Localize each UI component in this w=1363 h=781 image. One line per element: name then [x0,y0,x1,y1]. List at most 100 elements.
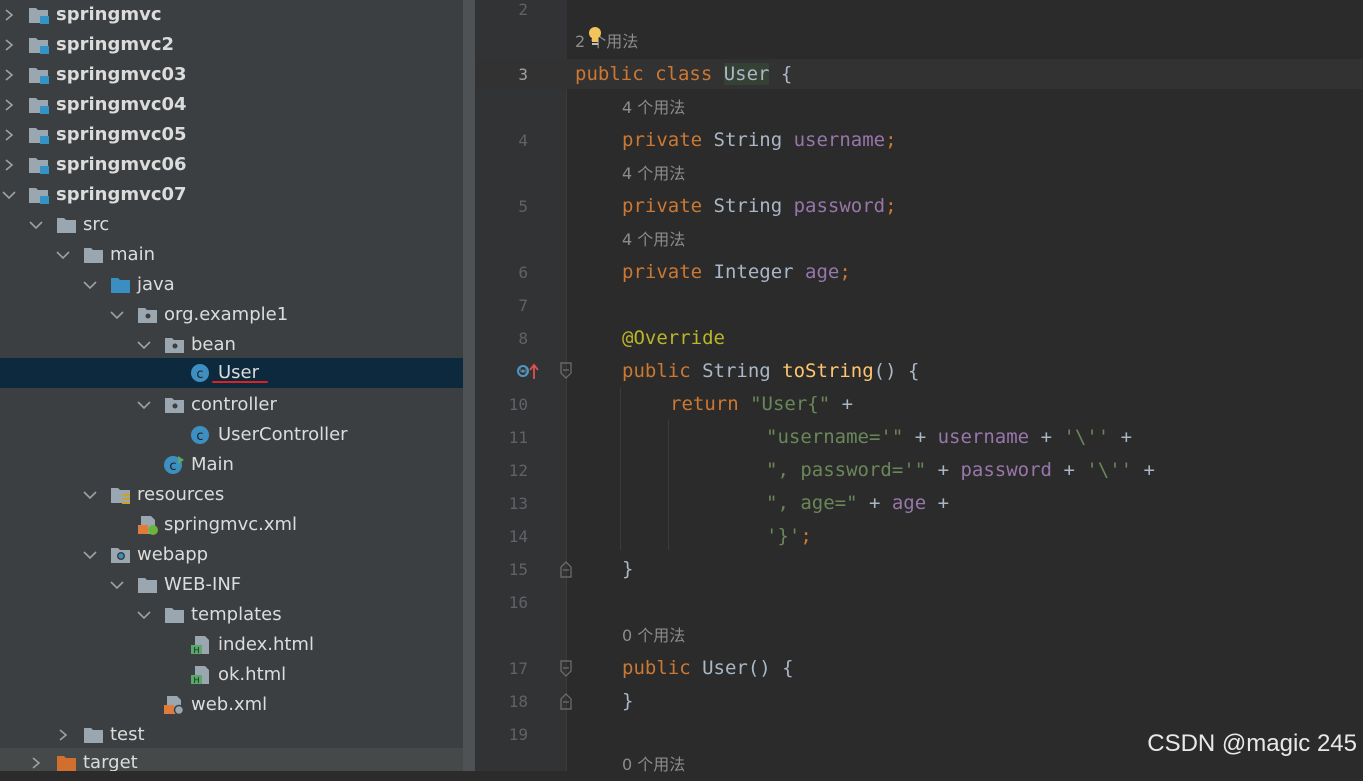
lightbulb-icon[interactable] [586,26,604,48]
code-line-11[interactable]: "username='" + username + '\'' + [766,421,1132,454]
code-constructor: User [702,657,748,679]
tree-item-springmvc05[interactable]: springmvc05 [0,120,463,150]
tree-item-web-xml[interactable]: web.xml [0,690,463,720]
code-line-17[interactable]: public User() { [622,652,794,685]
chevron-down-icon[interactable] [2,180,16,210]
code-line-3[interactable]: public class User { [575,58,792,91]
fold-collapse-icon[interactable] [559,660,573,678]
chevron-right-icon[interactable] [4,30,18,60]
usage-hint[interactable]: 0 个用法 [622,619,685,652]
chevron-down-icon[interactable] [110,570,124,600]
code-line-15[interactable]: } [622,553,633,586]
tree-item-label: springmvc04 [56,94,187,115]
tree-item-usercontroller[interactable]: c UserController [0,420,463,450]
tree-item-templates[interactable]: templates [0,600,463,630]
usage-hint[interactable]: 4 个用法 [622,91,685,124]
tree-item-label: web.xml [191,694,268,715]
tree-scrollbar[interactable] [463,0,475,771]
code-punct: ; [885,195,897,217]
tree-item-src[interactable]: src [0,210,463,240]
tree-item-main-class[interactable]: c Main [0,450,463,480]
tree-item-webapp[interactable]: webapp [0,540,463,570]
code-line-5[interactable]: private String password; [622,190,897,223]
chevron-down-icon[interactable] [110,300,124,330]
code-field: password [960,459,1052,481]
code-line-10[interactable]: return "User{" + [670,388,853,421]
chevron-right-icon[interactable] [31,748,45,771]
chevron-down-icon[interactable] [29,210,43,240]
chevron-down-icon[interactable] [56,240,70,270]
indent-guide [620,388,621,550]
tree-item-springmvc04[interactable]: springmvc04 [0,90,463,120]
code-line-13[interactable]: ", age=" + age + [766,487,949,520]
tree-item-springmvc2[interactable]: springmvc2 [0,30,463,60]
chevron-right-icon[interactable] [4,120,18,150]
code-field: username [793,129,886,151]
tree-item-web-inf[interactable]: WEB-INF [0,570,463,600]
code-operator: + [926,492,950,514]
tree-item-user[interactable]: c User [0,358,463,388]
module-folder-icon [28,5,50,25]
line-number: 5 [518,197,528,216]
fold-collapse-icon[interactable] [559,362,573,380]
resources-folder-icon [110,485,132,505]
usage-hint[interactable]: 4 个用法 [622,223,685,256]
code-operator: + [1132,459,1155,481]
usage-hint[interactable]: 2 个用法 [575,25,638,58]
usage-hint[interactable]: 0 个用法 [622,748,685,781]
fold-end-icon[interactable] [559,560,573,578]
chevron-down-icon[interactable] [83,540,97,570]
tree-item-org-example1[interactable]: org.example1 [0,300,463,330]
tree-item-ok-html[interactable]: H ok.html [0,660,463,690]
tree-item-bean[interactable]: bean [0,330,463,360]
chevron-down-icon[interactable] [83,270,97,300]
tree-item-label: ok.html [218,664,287,685]
code-string: "username='" [766,426,904,448]
code-class-name: User [723,63,770,85]
tree-item-resources[interactable]: resources [0,480,463,510]
code-type: Integer [713,261,806,283]
chevron-down-icon[interactable] [137,600,151,630]
chevron-right-icon[interactable] [4,0,18,30]
web-xml-file-icon [163,695,185,716]
chevron-right-icon[interactable] [4,150,18,180]
tree-item-springmvc-xml[interactable]: springmvc.xml [0,510,463,540]
code-line-6[interactable]: private Integer age; [622,256,851,289]
code-line-14[interactable]: '}'; [766,520,812,553]
chevron-right-icon[interactable] [58,720,72,750]
tree-item-java[interactable]: java [0,270,463,300]
tree-item-springmvc03[interactable]: springmvc03 [0,60,463,90]
code-line-12[interactable]: ", password='" + password + '\'' + [766,454,1155,487]
tree-item-springmvc[interactable]: springmvc [0,0,463,30]
tree-item-label: springmvc.xml [164,514,298,535]
tree-item-label: main [110,244,155,265]
tree-item-target[interactable]: target [0,748,463,771]
chevron-down-icon[interactable] [83,480,97,510]
code-keyword: public [622,360,703,382]
code-field: username [937,426,1030,448]
code-keyword: return [670,393,751,415]
chevron-down-icon[interactable] [137,390,151,420]
fold-end-icon[interactable] [559,692,573,710]
chevron-right-icon[interactable] [4,90,18,120]
tree-item-springmvc07[interactable]: springmvc07 [0,180,463,210]
usage-hint[interactable]: 4 个用法 [622,157,685,190]
override-method-icon[interactable] [516,362,542,380]
java-class-icon: c [190,425,212,445]
chevron-down-icon[interactable] [137,330,151,360]
folder-icon [83,725,105,745]
java-main-class-icon: c [163,455,185,475]
tree-item-springmvc06[interactable]: springmvc06 [0,150,463,180]
tree-item-label: WEB-INF [164,574,242,595]
tree-item-test[interactable]: test [0,720,463,750]
chevron-right-icon[interactable] [4,60,18,90]
tree-item-index-html[interactable]: H index.html [0,630,463,660]
tree-item-label: springmvc03 [56,64,187,85]
code-line-8[interactable]: @Override [622,322,725,355]
tree-item-main[interactable]: main [0,240,463,270]
code-line-9[interactable]: public String toString() { [622,355,919,388]
tree-item-controller[interactable]: controller [0,390,463,420]
code-line-4[interactable]: private String username; [622,124,897,157]
folder-icon [56,215,78,235]
code-line-18[interactable]: } [622,685,633,718]
